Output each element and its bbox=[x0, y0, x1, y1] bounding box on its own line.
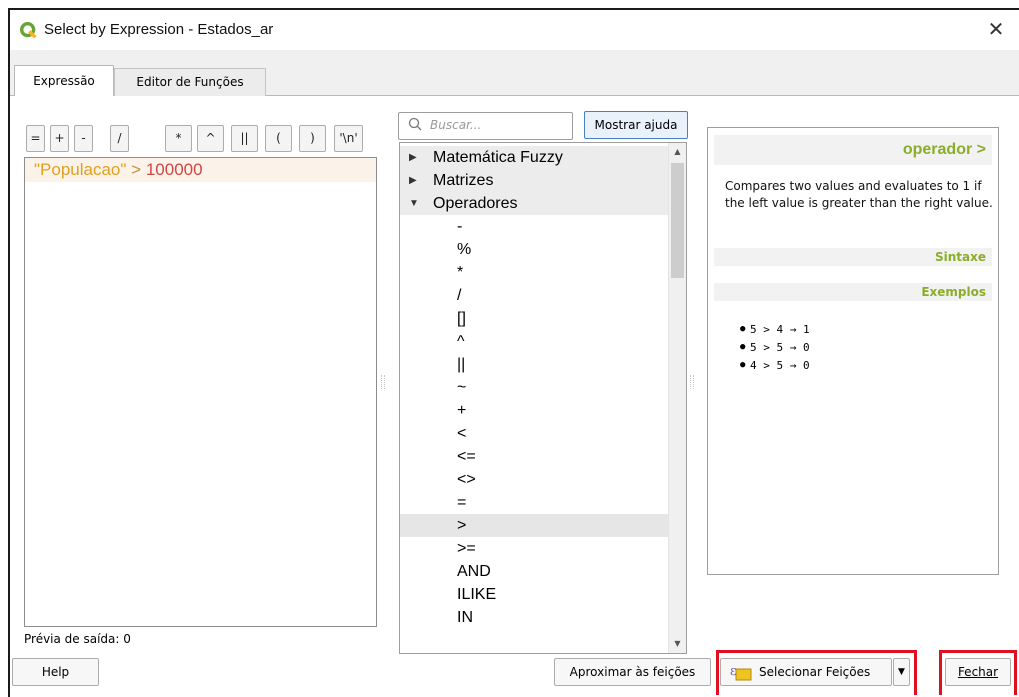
show-help-button[interactable]: Mostrar ajuda bbox=[584, 111, 688, 139]
tree-item-label: ^ bbox=[457, 333, 465, 350]
tree-group-label: Matrizes bbox=[433, 172, 494, 189]
dialog-window: Select by Expression - Estados_ar ✕ Expr… bbox=[8, 8, 1019, 697]
scroll-thumb[interactable] bbox=[671, 163, 684, 278]
qgis-logo-icon bbox=[20, 22, 37, 39]
tree-item-label: ~ bbox=[457, 379, 467, 396]
help-syntax-title: Sintaxe bbox=[714, 248, 992, 266]
window-title: Select by Expression - Estados_ar bbox=[44, 21, 274, 38]
tree-item[interactable]: / bbox=[400, 284, 668, 307]
close-icon[interactable]: ✕ bbox=[985, 18, 1007, 40]
tree-group-operators[interactable]: ▼ Operadores bbox=[400, 192, 668, 215]
tree-item[interactable]: % bbox=[400, 238, 668, 261]
tree-group-arrays[interactable]: ▶ Matrizes bbox=[400, 169, 668, 192]
tree-item[interactable]: ^ bbox=[400, 330, 668, 353]
expression-operator: > bbox=[131, 160, 142, 179]
expression-field: "Populacao" bbox=[34, 160, 127, 179]
tab-function-editor[interactable]: Editor de Funções bbox=[114, 68, 266, 96]
tree-item-label: <> bbox=[457, 471, 476, 488]
search-icon bbox=[408, 117, 422, 131]
help-example: ● 4 > 5 → 0 bbox=[740, 359, 810, 372]
tree-item-label: || bbox=[457, 356, 466, 373]
help-example-text: 5 > 4 → 1 bbox=[750, 323, 810, 336]
zoom-to-features-button[interactable]: Aproximar às feições bbox=[554, 658, 711, 686]
tree-item[interactable]: >= bbox=[400, 537, 668, 560]
tree-item-label: + bbox=[457, 402, 467, 419]
help-example-text: 5 > 5 → 0 bbox=[750, 341, 810, 354]
tree-item[interactable]: AND bbox=[400, 560, 668, 583]
tree-item[interactable]: || bbox=[400, 353, 668, 376]
tree-item-label: / bbox=[457, 287, 462, 304]
help-button[interactable]: Help bbox=[12, 658, 99, 686]
tree-item[interactable]: - bbox=[400, 215, 668, 238]
operator-power-button[interactable]: ^ bbox=[197, 125, 224, 152]
tab-expression[interactable]: Expressão bbox=[14, 65, 114, 97]
tree-item[interactable]: ILIKE bbox=[400, 583, 668, 606]
tree-item-label: >= bbox=[457, 540, 476, 557]
tree-item[interactable]: [] bbox=[400, 307, 668, 330]
operator-plus-button[interactable]: + bbox=[50, 125, 69, 152]
tree-item-label: AND bbox=[457, 563, 491, 580]
operator-equals-button[interactable]: = bbox=[26, 125, 45, 152]
output-preview: Prévia de saída: 0 bbox=[24, 632, 131, 646]
search-placeholder: Buscar... bbox=[430, 118, 482, 132]
help-header: operador > bbox=[714, 135, 992, 165]
help-example: ● 5 > 5 → 0 bbox=[740, 341, 810, 354]
tree-scrollbar[interactable]: ▲ ▼ bbox=[668, 143, 686, 653]
operator-open-paren-button[interactable]: ( bbox=[265, 125, 292, 152]
help-examples-title: Exemplos bbox=[714, 283, 992, 301]
collapsed-arrow-icon: ▶ bbox=[409, 152, 417, 163]
help-description: Compares two values and evaluates to 1 i… bbox=[725, 179, 993, 210]
operator-close-paren-button[interactable]: ) bbox=[299, 125, 326, 152]
expanded-arrow-icon: ▼ bbox=[409, 198, 419, 209]
highlight-close bbox=[939, 650, 1017, 695]
tree-item-label: - bbox=[457, 218, 463, 235]
operator-newline-button[interactable]: '\n' bbox=[334, 125, 363, 152]
splitter-handle-right[interactable] bbox=[690, 375, 694, 389]
tree-item-label: * bbox=[457, 264, 464, 281]
expression-value: 100000 bbox=[145, 160, 203, 179]
tree-item-label: = bbox=[457, 494, 467, 511]
help-panel: operador > Compares two values and evalu… bbox=[707, 127, 999, 575]
tree-item[interactable]: < bbox=[400, 422, 668, 445]
function-tree[interactable]: ▶ Matemática Fuzzy ▶ Matrizes ▼ Operador… bbox=[399, 142, 687, 654]
tree-item[interactable]: * bbox=[400, 261, 668, 284]
tree-item-label: % bbox=[457, 241, 472, 258]
operator-multiply-button[interactable]: * bbox=[165, 125, 192, 152]
tree-item-label: > bbox=[457, 517, 467, 534]
expression-tab-content: = + - / * ^ || ( ) '\n' "Populacao" > 10… bbox=[10, 96, 1019, 697]
tree-group-fuzzy-math[interactable]: ▶ Matemática Fuzzy bbox=[400, 146, 668, 169]
tree-item[interactable]: <> bbox=[400, 468, 668, 491]
tree-item-label: [] bbox=[457, 310, 466, 327]
title-bar: Select by Expression - Estados_ar ✕ bbox=[10, 10, 1019, 50]
help-example-text: 4 > 5 → 0 bbox=[750, 359, 810, 372]
tree-item[interactable]: ~ bbox=[400, 376, 668, 399]
tree-item-label: <= bbox=[457, 448, 476, 465]
operator-minus-button[interactable]: - bbox=[74, 125, 93, 152]
highlight-select-features bbox=[716, 650, 917, 695]
tab-bar: Expressão Editor de Funções bbox=[10, 50, 1019, 97]
expression-line: "Populacao" > 100000 bbox=[25, 158, 376, 182]
tree-item-selected[interactable]: > bbox=[400, 514, 668, 537]
function-search-input[interactable]: Buscar... bbox=[398, 112, 573, 140]
splitter-handle-left[interactable] bbox=[381, 375, 385, 389]
expression-editor[interactable]: "Populacao" > 100000 bbox=[24, 157, 377, 627]
tree-group-label: Matemática Fuzzy bbox=[433, 149, 563, 166]
scroll-up-icon[interactable]: ▲ bbox=[669, 143, 686, 161]
tree-item[interactable]: IN bbox=[400, 606, 668, 629]
tree-item[interactable]: <= bbox=[400, 445, 668, 468]
tree-item-label: < bbox=[457, 425, 467, 442]
tree-item-label: ILIKE bbox=[457, 586, 497, 603]
collapsed-arrow-icon: ▶ bbox=[409, 175, 417, 186]
tree-group-label: Operadores bbox=[433, 195, 518, 212]
tree-item[interactable]: = bbox=[400, 491, 668, 514]
tree-item[interactable]: + bbox=[400, 399, 668, 422]
tree-item-label: IN bbox=[457, 609, 473, 626]
help-example: ● 5 > 4 → 1 bbox=[740, 323, 810, 336]
scroll-down-icon[interactable]: ▼ bbox=[669, 635, 686, 653]
operator-divide-button[interactable]: / bbox=[110, 125, 129, 152]
operator-concat-button[interactable]: || bbox=[231, 125, 258, 152]
